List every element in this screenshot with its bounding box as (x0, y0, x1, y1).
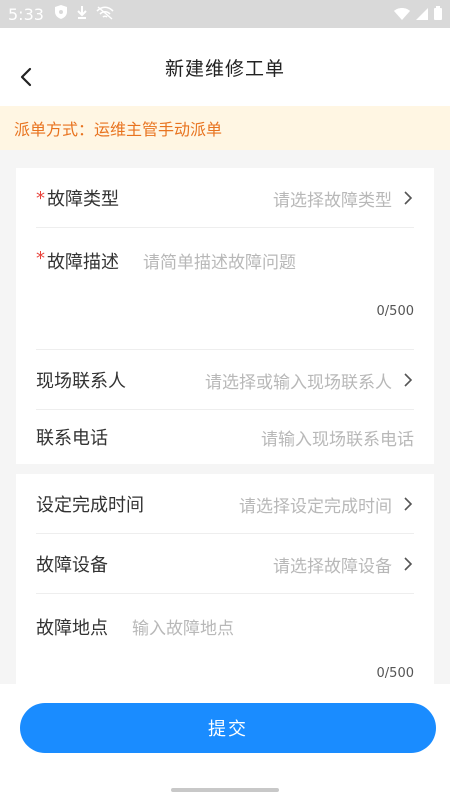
download-icon (76, 4, 88, 24)
shield-icon (54, 4, 68, 24)
home-indicator[interactable] (171, 788, 279, 792)
equipment-placeholder: 请选择故障设备 (273, 556, 392, 577)
location-row: 故障地点 输入故障地点 0/500 (16, 594, 434, 684)
back-icon[interactable] (14, 64, 40, 90)
contact-row[interactable]: 现场联系人 请选择或输入现场联系人 (16, 350, 434, 410)
fault-type-row[interactable]: * 故障类型 请选择故障类型 (16, 168, 434, 228)
chevron-right-icon (404, 191, 413, 205)
required-mark: * (36, 187, 45, 209)
wifi-off-icon (96, 5, 114, 24)
equipment-select[interactable]: 请选择故障设备 (273, 552, 414, 577)
chevron-right-icon (404, 497, 413, 511)
fault-type-placeholder: 请选择故障类型 (273, 190, 392, 211)
finish-time-placeholder: 请选择设定完成时间 (239, 496, 392, 517)
chevron-right-icon (404, 373, 413, 387)
phone-input[interactable]: 请输入现场联系电话 (261, 425, 414, 450)
dispatch-banner: 派单方式：运维主管手动派单 (0, 106, 450, 150)
equipment-row[interactable]: 故障设备 请选择故障设备 (16, 534, 434, 594)
chevron-right-icon (404, 557, 413, 571)
phone-label: 联系电话 (36, 428, 108, 449)
battery-icon (434, 5, 442, 24)
fault-desc-textarea[interactable]: 请简单描述故障问题 (143, 248, 296, 273)
contact-select[interactable]: 请选择或输入现场联系人 (205, 368, 414, 393)
screen: 5:33 新建维修工单 派单方式：运维主管手动派单 * 故障类型 请选择故障类型… (0, 0, 450, 800)
equipment-label: 故障设备 (36, 555, 108, 576)
phone-row: 联系电话 请输入现场联系电话 (16, 410, 434, 464)
fault-type-label: 故障类型 (47, 189, 119, 210)
submit-button[interactable]: 提交 (20, 703, 436, 753)
signal-icon (416, 5, 428, 24)
finish-time-label: 设定完成时间 (36, 495, 144, 516)
fault-desc-label: 故障描述 (47, 252, 119, 273)
footer: 提交 (0, 684, 450, 800)
finish-time-select[interactable]: 请选择设定完成时间 (239, 492, 414, 517)
form-card-detail: 设定完成时间 请选择设定完成时间 故障设备 请选择故障设备 故障地点 输入故障地… (16, 474, 434, 684)
required-mark: * (36, 248, 45, 269)
status-bar: 5:33 (0, 0, 450, 28)
wifi-icon (394, 5, 410, 24)
fault-desc-counter: 0/500 (376, 304, 414, 319)
status-right (394, 5, 442, 24)
header: 新建维修工单 (0, 28, 450, 106)
finish-time-row[interactable]: 设定完成时间 请选择设定完成时间 (16, 474, 434, 534)
status-time: 5:33 (8, 4, 44, 24)
contact-placeholder: 请选择或输入现场联系人 (205, 372, 392, 393)
form-card-basic: * 故障类型 请选择故障类型 * 故障描述 请简单描述故障问题 0/500 现场… (16, 168, 434, 464)
location-textarea[interactable]: 输入故障地点 (132, 614, 234, 639)
dispatch-text: 派单方式：运维主管手动派单 (14, 120, 223, 139)
location-counter: 0/500 (376, 666, 414, 681)
page-title: 新建维修工单 (164, 57, 285, 80)
fault-desc-row: * 故障描述 请简单描述故障问题 0/500 (16, 228, 434, 350)
contact-label: 现场联系人 (36, 371, 126, 392)
fault-type-select[interactable]: 请选择故障类型 (273, 186, 414, 211)
location-label: 故障地点 (36, 618, 108, 639)
